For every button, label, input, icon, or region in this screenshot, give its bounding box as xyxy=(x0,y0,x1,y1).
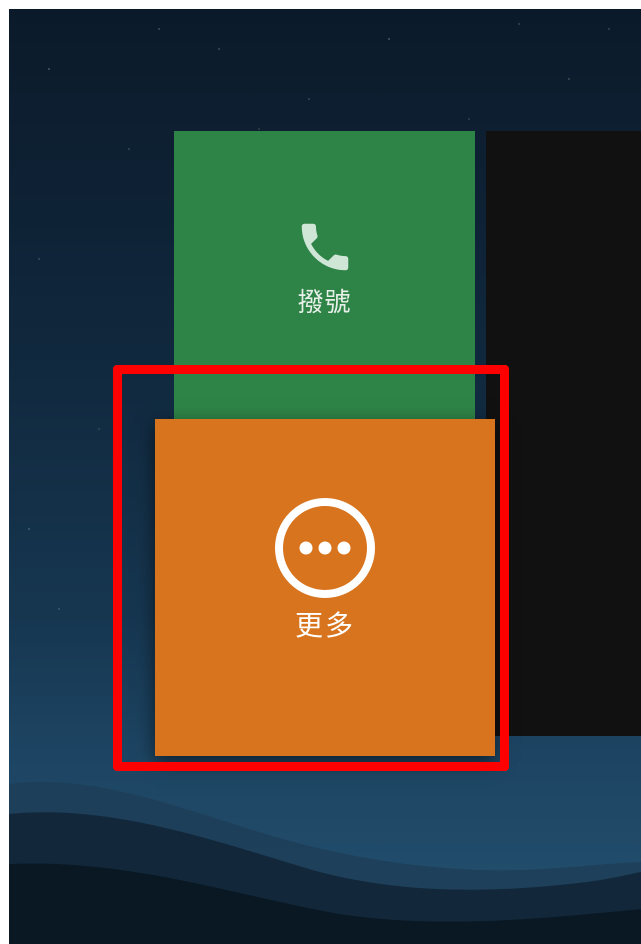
mountain-silhouette xyxy=(9,782,641,944)
more-tile-label: 更多 xyxy=(294,608,355,642)
more-tile[interactable]: 更多 xyxy=(155,419,495,756)
app-preview-panel xyxy=(486,131,641,736)
home-screen: 撥號 更多 xyxy=(9,9,641,944)
dial-tile[interactable]: 撥號 xyxy=(174,131,475,421)
more-circle-icon xyxy=(273,496,377,600)
phone-icon xyxy=(294,216,356,278)
dial-tile-label: 撥號 xyxy=(297,287,352,318)
